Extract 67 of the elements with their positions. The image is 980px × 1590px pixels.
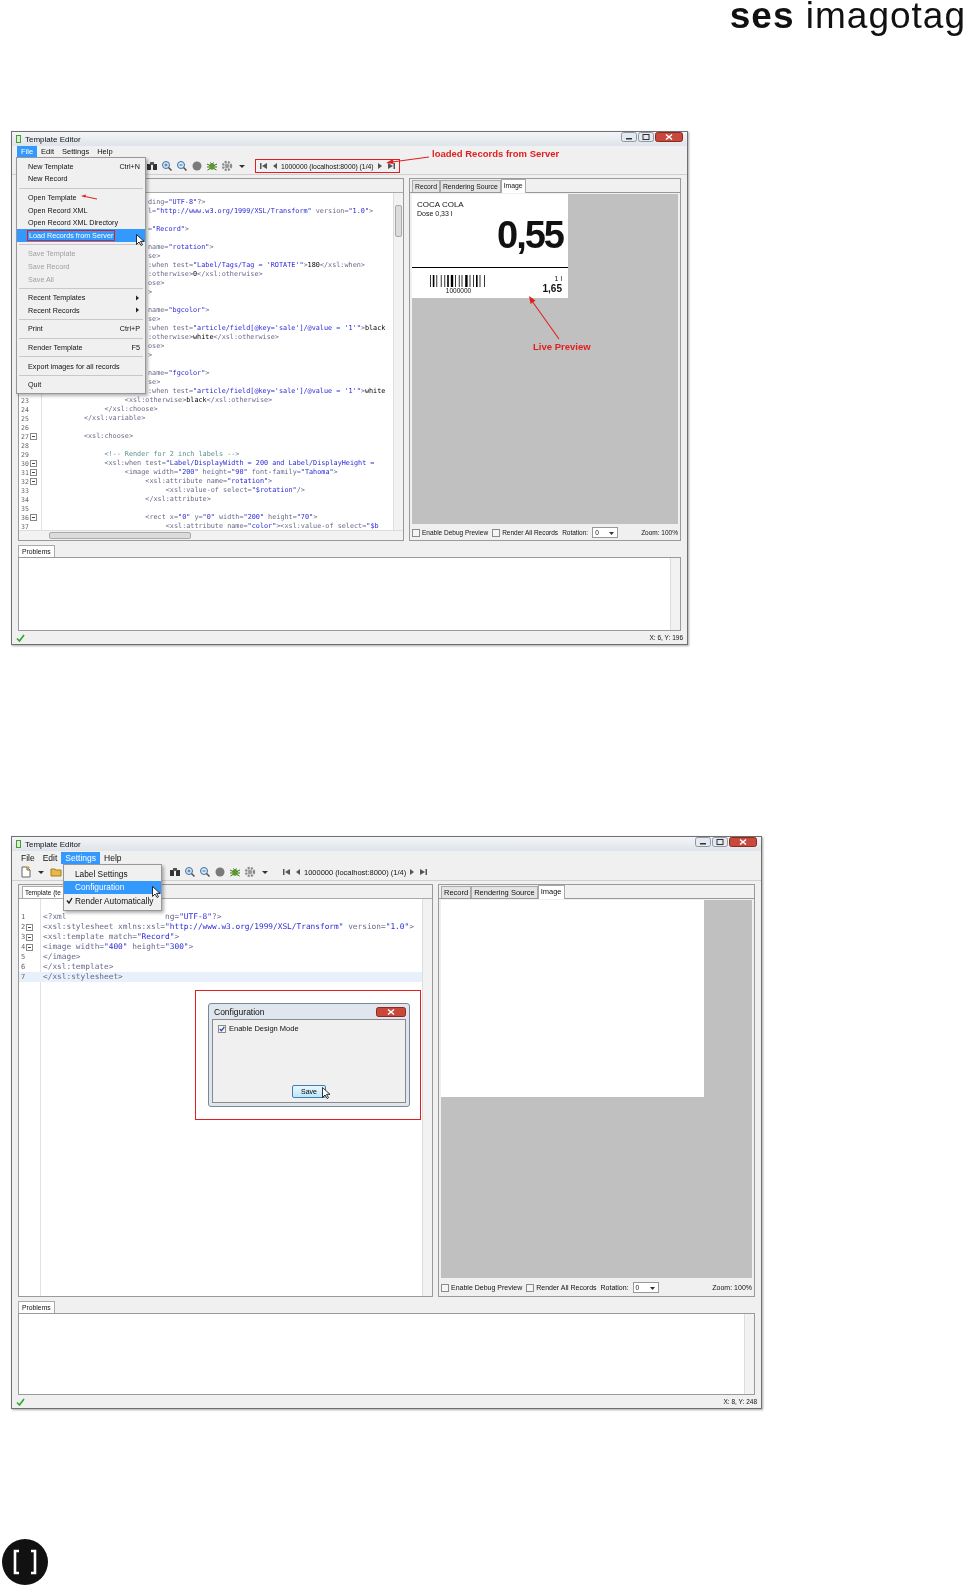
product-name: COCA COLA — [417, 200, 465, 209]
maximize-icon[interactable] — [638, 132, 654, 142]
window-title: Template Editor — [25, 839, 81, 849]
maximize-icon[interactable] — [712, 837, 728, 847]
annotation-label: Live Preview — [533, 341, 591, 352]
barcode-icon — [430, 275, 487, 287]
horizontal-scrollbar[interactable] — [19, 530, 403, 540]
window-title: Template Editor — [25, 134, 81, 144]
menu-item[interactable]: Help — [100, 851, 126, 864]
first-record-icon[interactable] — [282, 867, 291, 877]
app-icon — [16, 135, 21, 143]
binoculars-icon[interactable] — [169, 866, 181, 878]
bug-icon[interactable] — [206, 160, 218, 172]
minimize-icon[interactable] — [695, 837, 711, 847]
circle-icon[interactable] — [191, 160, 203, 172]
mouse-pointer-icon — [136, 233, 144, 246]
caret-icon — [648, 1284, 656, 1291]
zoom-in-icon[interactable] — [161, 160, 173, 172]
checkbox[interactable] — [526, 1283, 535, 1292]
collapse-icon[interactable] — [29, 469, 37, 476]
vertical-scrollbar[interactable] — [744, 1314, 754, 1394]
checkbox[interactable] — [492, 528, 501, 537]
menu-item[interactable]: Render Automatically — [64, 894, 161, 908]
vertical-scrollbar[interactable] — [670, 558, 680, 630]
zoom-in-icon[interactable] — [184, 866, 196, 878]
bracket-logo-icon — [2, 1539, 48, 1585]
last-record-icon[interactable] — [419, 867, 429, 877]
collapse-icon[interactable] — [29, 478, 37, 485]
check-icon — [16, 633, 25, 642]
zoom-out-icon[interactable] — [176, 160, 188, 172]
annotation-arrow — [528, 296, 560, 340]
unit-price: 1,65 — [542, 283, 562, 294]
dialog-title: Configuration — [214, 1006, 265, 1017]
vertical-scrollbar[interactable] — [422, 899, 432, 1296]
binoculars-icon[interactable] — [146, 160, 158, 172]
checkbox[interactable] — [441, 1283, 449, 1292]
collapse-icon[interactable] — [29, 433, 37, 440]
collapse-icon[interactable] — [26, 933, 34, 941]
close-icon[interactable] — [376, 1006, 406, 1017]
brand-logo: ses imagotag — [729, 0, 966, 38]
first-record-icon[interactable] — [259, 161, 268, 171]
previous-record-icon[interactable] — [294, 867, 301, 877]
vertical-scrollbar[interactable] — [393, 193, 403, 530]
annotation-label: loaded Records from Server — [432, 148, 560, 159]
app-icon — [16, 840, 21, 848]
close-icon[interactable] — [729, 837, 757, 847]
checkbox[interactable] — [218, 1024, 226, 1033]
collapse-icon[interactable] — [29, 460, 37, 467]
circle-icon[interactable] — [214, 866, 226, 878]
checkbox[interactable] — [412, 528, 420, 537]
price: 0,55 — [497, 216, 563, 254]
menu-item[interactable]: Edit — [38, 851, 62, 864]
bug-icon[interactable] — [229, 866, 241, 878]
collapse-icon[interactable] — [29, 514, 37, 521]
next-record-icon[interactable] — [376, 161, 384, 171]
menu-item[interactable]: Label Settings — [64, 867, 161, 881]
menu-item[interactable]: File — [17, 851, 39, 864]
zoom-out-icon[interactable] — [199, 866, 211, 878]
close-icon[interactable] — [655, 132, 683, 142]
check-icon — [16, 1397, 25, 1406]
mouse-pointer-icon — [152, 885, 160, 898]
caret-icon — [608, 529, 616, 536]
check-icon — [65, 897, 73, 905]
collapse-icon[interactable] — [26, 923, 34, 931]
minimize-icon[interactable] — [621, 132, 637, 142]
collapse-icon[interactable] — [26, 943, 34, 951]
previous-record-icon[interactable] — [271, 161, 278, 171]
